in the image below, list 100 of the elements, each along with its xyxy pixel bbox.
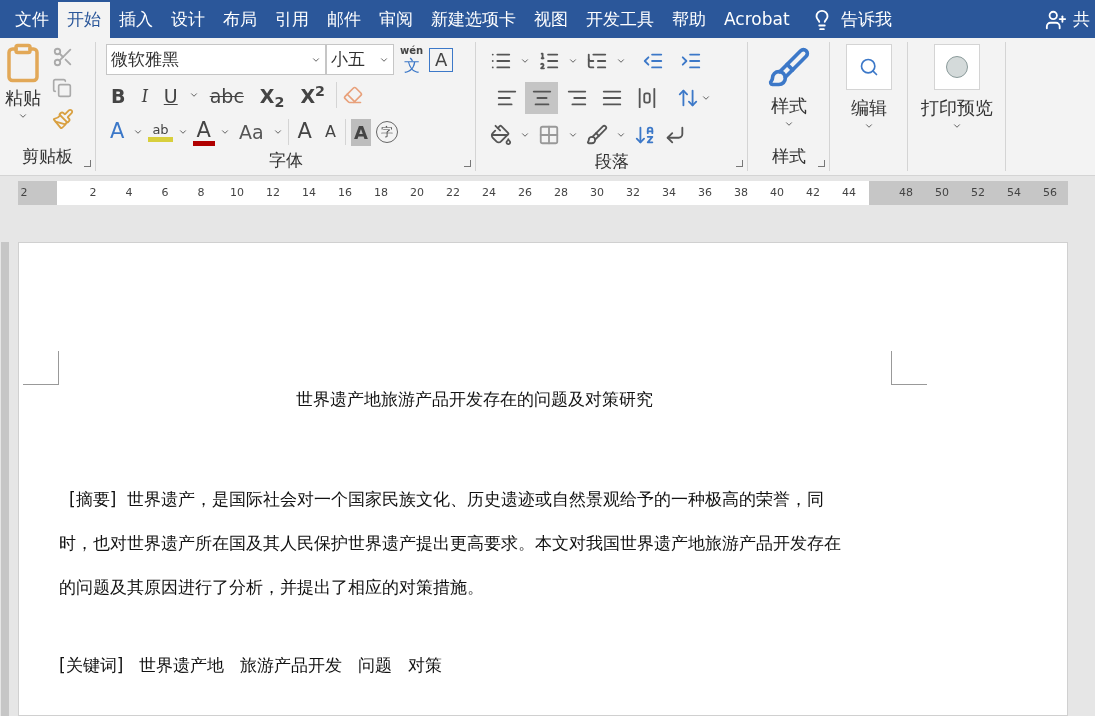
ribbon-tab[interactable]: 插入: [110, 2, 162, 38]
ruler-number: 38: [733, 184, 750, 201]
caret-icon: [783, 119, 794, 129]
font-name-dropdown[interactable]: 微软雅黑: [106, 44, 326, 75]
dialog-launcher-icon[interactable]: [84, 160, 91, 167]
print-preview-button[interactable]: 打印预览: [908, 42, 1005, 131]
group-label: 字体: [268, 149, 303, 172]
ruler-number: 2: [19, 184, 29, 201]
ruler-number: 36: [697, 184, 714, 201]
shading-icon[interactable]: [490, 124, 512, 146]
character-shading-button[interactable]: A: [350, 118, 371, 146]
crop-mark: [891, 351, 927, 385]
caret-icon: [951, 121, 962, 131]
ruler-number: 10: [229, 184, 246, 201]
caret-icon: [133, 127, 144, 137]
ribbon-tab[interactable]: 帮助: [663, 2, 715, 38]
share-icon[interactable]: [1045, 9, 1067, 31]
ribbon-tab[interactable]: 新建选项卡: [422, 2, 525, 38]
caret-icon: [272, 127, 283, 137]
ruler-number: 48: [898, 184, 914, 201]
search-icon: [858, 57, 879, 77]
dialog-launcher-icon[interactable]: [818, 160, 825, 167]
ruler-number: 32: [625, 184, 642, 201]
tell-me-field[interactable]: 告诉我: [840, 7, 892, 33]
keyword: 世界遗产地: [139, 654, 225, 677]
ruler-number: 22: [445, 184, 462, 201]
line-spacing-icon[interactable]: [677, 87, 699, 109]
abstract-paragraph: [摘要] 世界遗产，是国际社会对一个国家民族文化、历史遗迹或自然景观给予的一种极高的荣誉，同时，也对世界遗产所在国及其人民保护世界遗产提出更高要求。本文对我国世界遗产地旅游产品开发存在的问题及其原因进行了分析，并提出了相应的对策措施。: [59, 488, 842, 599]
ruler-number: 16: [337, 184, 354, 201]
ruler-number: 42: [805, 184, 822, 201]
strike-button[interactable]: abc: [204, 82, 249, 108]
character-border-button[interactable]: A: [429, 47, 454, 72]
keyword: 对策: [408, 654, 443, 677]
ruler-number: 34: [661, 184, 678, 201]
caret-icon: [568, 56, 578, 66]
group-label: 剪贴板: [22, 145, 73, 168]
ribbon-tab[interactable]: 布局: [214, 2, 266, 38]
crop-mark: [23, 351, 59, 385]
caret-icon: [568, 130, 578, 140]
italic-button[interactable]: I: [136, 82, 153, 108]
caret-icon: [520, 130, 530, 140]
phonetic-guide-button[interactable]: wén 文: [400, 45, 424, 74]
caret-icon: [188, 90, 199, 100]
ribbon-tab[interactable]: 邮件: [318, 2, 370, 38]
ruler-number: 24: [481, 184, 498, 201]
ribbon-tab[interactable]: 设计: [162, 2, 214, 38]
font-size-value: 小五: [331, 47, 365, 71]
change-case-button[interactable]: Aa: [234, 117, 268, 147]
copy-icon[interactable]: [52, 78, 72, 98]
caret-icon: [616, 56, 626, 66]
format-painter-icon[interactable]: [52, 108, 74, 130]
caret-icon: [520, 56, 530, 66]
bold-button[interactable]: B: [106, 82, 131, 108]
ruler-number: 30: [589, 184, 606, 201]
ruler-number: 40: [769, 184, 786, 201]
caret-icon: [219, 127, 230, 137]
font-color-button[interactable]: A: [192, 118, 215, 146]
ribbon-tab[interactable]: 文件: [6, 2, 58, 38]
document-title: 世界遗产地旅游产品开发存在的问题及对策研究: [294, 388, 654, 411]
align-button[interactable]: [525, 82, 558, 114]
editing-button[interactable]: 编辑: [830, 42, 907, 131]
ruler-number: 18: [373, 184, 390, 201]
ruler-number: 50: [934, 184, 950, 201]
cut-icon[interactable]: [52, 46, 74, 68]
font-name-value: 微软雅黑: [111, 47, 179, 71]
ruler-number: 2: [88, 184, 98, 201]
ribbon-tab[interactable]: 开始: [58, 2, 110, 38]
sub-button[interactable]: X$_{2}$: [254, 82, 290, 108]
styles-button[interactable]: 样式: [748, 42, 829, 129]
ruler-number: 14: [301, 184, 318, 201]
underline-button[interactable]: U: [158, 82, 183, 108]
ribbon-tab[interactable]: 审阅: [370, 2, 422, 38]
paste-button[interactable]: 粘贴: [0, 42, 46, 130]
keywords-label: [关键词]: [59, 654, 124, 677]
keyword: 旅游产品开发: [240, 654, 343, 677]
group-label: 样式: [771, 145, 806, 168]
sup-button[interactable]: X$^{2}$: [295, 82, 330, 108]
dialog-launcher-icon[interactable]: [736, 160, 743, 167]
numbered-list-icon[interactable]: [538, 50, 560, 72]
highlight-button[interactable]: ab: [148, 122, 173, 142]
group-label: 段落: [594, 150, 629, 173]
ruler-number: 6: [160, 184, 170, 201]
ribbon-tab[interactable]: 引用: [266, 2, 318, 38]
ribbon-tab[interactable]: Acrobat: [715, 2, 799, 38]
borders-icon[interactable]: [538, 124, 560, 146]
show-marks-icon[interactable]: [664, 124, 686, 146]
ruler-number: 4: [124, 184, 134, 201]
font-size-dropdown[interactable]: 小五: [326, 44, 394, 75]
shrink-font-button[interactable]: A: [321, 120, 340, 144]
sort-icon[interactable]: [634, 124, 656, 146]
ribbon-tab[interactable]: 视图: [525, 2, 577, 38]
grow-font-button[interactable]: A: [293, 116, 316, 148]
keyword: 问题: [358, 654, 393, 677]
dialog-launcher-icon[interactable]: [464, 160, 471, 167]
share-button[interactable]: 共: [1073, 7, 1095, 33]
caret-icon: [701, 93, 711, 103]
ruler-number: 44: [841, 184, 858, 201]
ribbon-tab[interactable]: 开发工具: [577, 2, 663, 38]
ruler-number: 54: [1006, 184, 1022, 201]
ruler-number: 8: [196, 184, 206, 201]
